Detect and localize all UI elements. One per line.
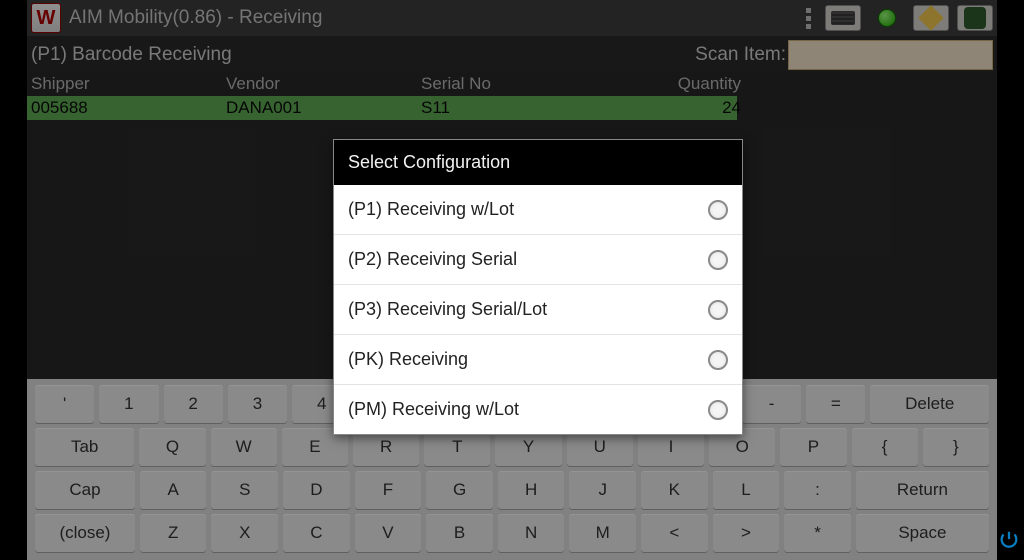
app-window: W AIM Mobility(0.86) - Receiving (P1) Ba… <box>27 0 997 560</box>
config-option-p3-receiving-serial-lot[interactable]: (P3) Receiving Serial/Lot <box>334 285 742 335</box>
dialog-item-label: (PM) Receiving w/Lot <box>348 399 519 420</box>
dialog-item-label: (P3) Receiving Serial/Lot <box>348 299 547 320</box>
config-option-p1-receiving-wlot[interactable]: (P1) Receiving w/Lot <box>334 185 742 235</box>
radio-icon <box>708 300 728 320</box>
select-configuration-dialog: Select Configuration (P1) Receiving w/Lo… <box>333 139 743 435</box>
dialog-item-label: (P1) Receiving w/Lot <box>348 199 514 220</box>
dialog-title: Select Configuration <box>334 140 742 185</box>
radio-icon <box>708 250 728 270</box>
power-icon[interactable] <box>998 529 1020 556</box>
radio-icon <box>708 200 728 220</box>
config-option-pm-receiving-wlot[interactable]: (PM) Receiving w/Lot <box>334 385 742 434</box>
radio-icon <box>708 400 728 420</box>
config-option-pk-receiving[interactable]: (PK) Receiving <box>334 335 742 385</box>
dialog-item-label: (PK) Receiving <box>348 349 468 370</box>
dialog-item-label: (P2) Receiving Serial <box>348 249 517 270</box>
config-option-p2-receiving-serial[interactable]: (P2) Receiving Serial <box>334 235 742 285</box>
radio-icon <box>708 350 728 370</box>
